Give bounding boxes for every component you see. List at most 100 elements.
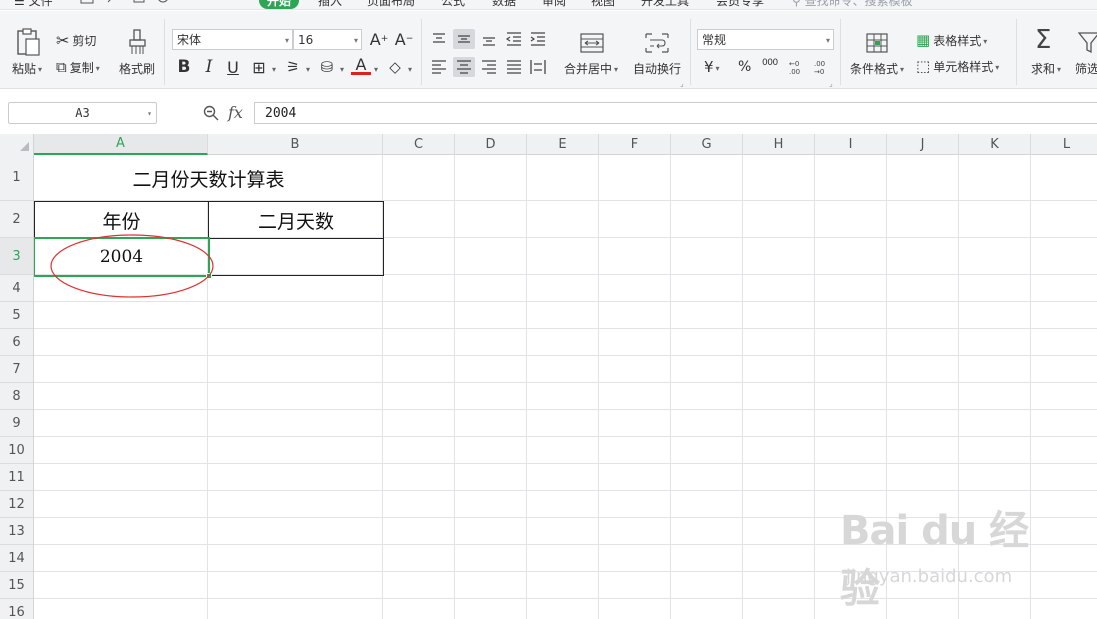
tab-page-layout[interactable]: 页面布局	[367, 0, 415, 9]
table-style-button[interactable]: ▦ 表格样式 ▾	[916, 31, 987, 49]
menu-file[interactable]: ☰ 文件	[14, 0, 53, 9]
name-box[interactable]: A3 ▾	[8, 102, 157, 124]
fill-color-icon[interactable]: ⛁	[317, 57, 337, 77]
cell-a1-title[interactable]: 二月份天数计算表	[34, 155, 383, 201]
export-icon[interactable]	[106, 0, 120, 4]
percent-format-button[interactable]: %	[738, 59, 751, 75]
format-painter-button[interactable]: 格式刷	[119, 60, 155, 77]
tab-member[interactable]: 会员专享	[716, 0, 764, 9]
copy-button[interactable]: ⧉ 复制 ▾	[56, 58, 100, 76]
font-name-select[interactable]: 宋体 ▾	[172, 29, 293, 50]
row-header-6[interactable]: 6	[0, 329, 33, 356]
row-header-11[interactable]: 11	[0, 464, 33, 491]
strikethrough-icon[interactable]: ⚞	[283, 57, 303, 77]
row-header-13[interactable]: 13	[0, 518, 33, 545]
row-header-2[interactable]: 2	[0, 201, 33, 238]
paste-icon[interactable]	[16, 28, 42, 58]
sum-icon[interactable]: Σ	[1035, 25, 1051, 55]
column-header-b[interactable]: B	[208, 134, 383, 155]
redo-icon[interactable]	[206, 0, 220, 4]
format-painter-icon[interactable]	[128, 28, 148, 56]
increase-font-icon[interactable]: A +	[369, 29, 389, 49]
cell-area[interactable]: 二月份天数计算表 年份 二月天数 2004	[34, 155, 1097, 619]
row-header-5[interactable]: 5	[0, 302, 33, 329]
column-header-g[interactable]: G	[671, 134, 743, 155]
bold-button[interactable]: B	[174, 57, 194, 77]
filter-button[interactable]: 筛选	[1075, 60, 1097, 77]
cell-b3-days-value[interactable]	[208, 238, 384, 276]
cell-style-button[interactable]: ⬚ 单元格样式 ▾	[916, 57, 999, 75]
cut-button[interactable]: ✂ 剪切	[56, 31, 96, 50]
row-header-16[interactable]: 16	[0, 599, 33, 619]
tab-data[interactable]: 数据	[492, 0, 516, 9]
align-right-icon[interactable]	[479, 57, 499, 77]
currency-format-button[interactable]: ¥ ▾	[704, 58, 720, 76]
merge-cells-icon[interactable]	[580, 33, 604, 53]
wrap-text-icon[interactable]	[645, 33, 669, 53]
column-header-i[interactable]: I	[815, 134, 887, 155]
tab-formulas[interactable]: 公式	[441, 0, 465, 9]
print-icon[interactable]	[132, 0, 146, 4]
zoom-icon[interactable]	[203, 105, 219, 121]
column-header-f[interactable]: F	[599, 134, 671, 155]
justify-icon[interactable]	[504, 57, 524, 77]
row-header-1[interactable]: 1	[0, 155, 33, 201]
distributed-align-icon[interactable]	[528, 57, 548, 77]
thousands-separator-button[interactable]: 000	[762, 58, 778, 68]
align-middle-icon[interactable]	[453, 29, 475, 49]
italic-button[interactable]: I	[199, 57, 219, 77]
undo-icon[interactable]	[182, 0, 196, 4]
decrease-indent-icon[interactable]	[504, 29, 524, 49]
tab-insert[interactable]: 插入	[318, 0, 342, 9]
decrease-font-icon[interactable]: A −	[394, 29, 414, 49]
row-header-10[interactable]: 10	[0, 437, 33, 464]
save-icon[interactable]	[80, 0, 94, 4]
column-header-e[interactable]: E	[527, 134, 599, 155]
font-color-icon[interactable]: A	[351, 55, 371, 75]
row-header-15[interactable]: 15	[0, 572, 33, 599]
column-header-l[interactable]: L	[1031, 134, 1097, 155]
tab-developer[interactable]: 开发工具	[641, 0, 689, 9]
align-bottom-icon[interactable]	[479, 29, 499, 49]
sum-button[interactable]: 求和 ▾	[1031, 60, 1061, 77]
row-header-12[interactable]: 12	[0, 491, 33, 518]
select-all-button[interactable]	[0, 134, 34, 155]
dialog-launcher-icon[interactable]: ⌟	[829, 79, 833, 88]
paste-button[interactable]: 粘贴 ▾	[12, 60, 42, 77]
tab-review[interactable]: 审阅	[542, 0, 566, 9]
filter-icon[interactable]	[1078, 31, 1097, 55]
row-header-4[interactable]: 4	[0, 275, 33, 302]
command-search[interactable]: ⚲ 查找命令、搜索模板	[792, 0, 913, 9]
print-preview-icon[interactable]	[156, 0, 170, 4]
conditional-format-icon[interactable]	[866, 33, 888, 53]
clear-format-icon[interactable]: ◇	[385, 57, 405, 77]
column-header-a[interactable]: A	[34, 134, 208, 155]
tab-home[interactable]: 开始	[259, 0, 300, 9]
row-header-7[interactable]: 7	[0, 356, 33, 383]
borders-icon[interactable]: ⊞	[249, 57, 269, 77]
row-header-8[interactable]: 8	[0, 383, 33, 410]
column-header-c[interactable]: C	[383, 134, 455, 155]
font-size-select[interactable]: 16 ▾	[293, 29, 362, 50]
dialog-launcher-icon[interactable]: ⌟	[680, 79, 684, 88]
number-format-select[interactable]: 常规 ▾	[697, 29, 834, 50]
align-left-icon[interactable]	[429, 57, 449, 77]
column-header-k[interactable]: K	[959, 134, 1031, 155]
column-header-d[interactable]: D	[455, 134, 527, 155]
row-header-14[interactable]: 14	[0, 545, 33, 572]
row-header-3[interactable]: 3	[0, 238, 33, 275]
align-top-icon[interactable]	[429, 29, 449, 49]
merge-center-button[interactable]: 合并居中 ▾	[564, 60, 618, 77]
align-center-icon[interactable]	[453, 57, 475, 77]
decrease-decimal-icon[interactable]: .00→0	[811, 57, 831, 77]
insert-function-button[interactable]: fx	[228, 103, 243, 122]
formula-input[interactable]: 2004	[254, 102, 1097, 124]
cell-b2-days-header[interactable]: 二月天数	[208, 201, 384, 239]
wrap-text-button[interactable]: 自动换行	[633, 60, 681, 77]
increase-decimal-icon[interactable]: ←0.00	[786, 57, 806, 77]
conditional-format-button[interactable]: 条件格式 ▾	[850, 60, 904, 77]
column-header-j[interactable]: J	[887, 134, 959, 155]
tab-view[interactable]: 视图	[591, 0, 615, 9]
row-header-9[interactable]: 9	[0, 410, 33, 437]
quick-access-more-icon[interactable]: ∨	[232, 0, 239, 2]
